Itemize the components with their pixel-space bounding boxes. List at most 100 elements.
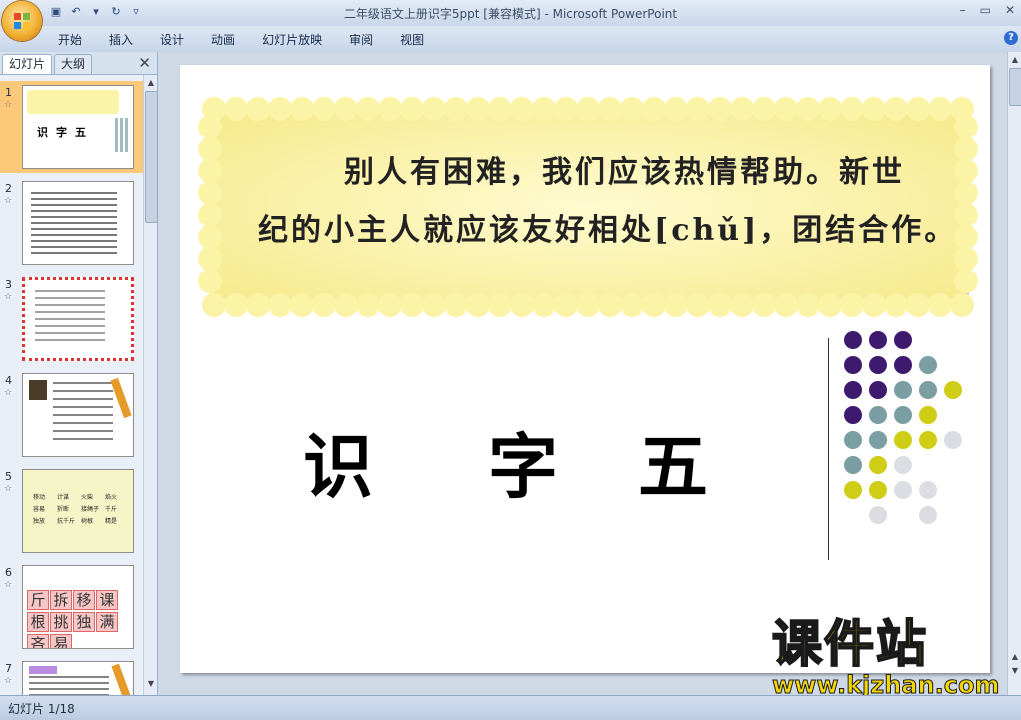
scroll-thumb[interactable]: [1009, 68, 1021, 106]
maximize-button[interactable]: ▭: [980, 3, 991, 17]
animation-star-icon: ☆: [4, 676, 13, 686]
panel-close-icon[interactable]: ✕: [138, 54, 151, 72]
close-button[interactable]: ✕: [1005, 3, 1015, 17]
decorative-dot: [869, 481, 887, 499]
banner-line-2: 纪的小主人就应该友好相处[chǔ]，团结合作。: [258, 213, 958, 248]
thumb-char: 斤: [27, 590, 49, 610]
slide-number: 1: [5, 86, 12, 99]
watermark: 课件站 www.kjzhan.com: [771, 615, 1000, 699]
decorative-dot: [944, 431, 962, 449]
decorative-dot: [844, 331, 862, 349]
scroll-up-icon[interactable]: ▲: [1009, 55, 1021, 67]
slide-number: 2: [5, 182, 12, 195]
decorative-dot: [844, 481, 862, 499]
tab-outline[interactable]: 大纲: [54, 54, 93, 74]
slide-thumbnail-row[interactable]: 5 ☆ 移动 计谋 火柴 焰火 容易 折断 接绳子 千斤 独放 抗千斤 树根 精…: [0, 465, 143, 557]
slide-thumbnail[interactable]: [22, 181, 134, 265]
decorative-dot: [844, 456, 862, 474]
thumbnail-scrollbar[interactable]: ▲ ▼: [143, 75, 158, 695]
decorative-dot: [894, 431, 912, 449]
tab-design[interactable]: 设计: [160, 31, 197, 48]
title-char-2: 字: [488, 425, 558, 508]
thumb-char: 课: [96, 590, 118, 610]
tab-review[interactable]: 审阅: [349, 31, 386, 48]
slide-counter: 幻灯片 1/18: [8, 702, 75, 716]
thumbnail-list: 1 ☆ 识字五 2 ☆ 3 ☆ 4 ☆ 5 ☆ 移动 计谋 火柴 焰火 容易 折…: [0, 75, 143, 695]
slide-thumbnail[interactable]: [22, 661, 134, 695]
slide-thumbnail[interactable]: [22, 277, 134, 361]
ribbon: 开始 插入 设计 动画 幻灯片放映 审阅 视图 ?: [0, 26, 1021, 53]
office-button[interactable]: [2, 1, 42, 41]
decorative-dot: [894, 406, 912, 424]
slide-number: 5: [5, 470, 12, 483]
banner-line-1: 别人有困难，我们应该热情帮助。新世: [344, 155, 905, 190]
thumb-title-char: 识: [37, 126, 56, 139]
current-slide[interactable]: 别人有困难，我们应该热情帮助。新世 纪的小主人就应该友好相处[chǔ]，团结合作…: [180, 65, 990, 673]
slide-thumbnail[interactable]: 移动 计谋 火柴 焰火 容易 折断 接绳子 千斤 独放 抗千斤 树根 精是: [22, 469, 134, 553]
divider-line: [828, 338, 829, 560]
slide-thumbnail-row[interactable]: 7 ☆: [0, 657, 143, 695]
watermark-text: 课件站: [771, 615, 928, 673]
prev-slide-icon[interactable]: ▲: [1009, 652, 1021, 664]
slide-number: 4: [5, 374, 12, 387]
tab-view[interactable]: 视图: [400, 31, 437, 48]
editor-scrollbar[interactable]: ▲ ▲ ▼: [1007, 52, 1021, 695]
slide-thumbnail[interactable]: [22, 373, 134, 457]
decorative-dot: [844, 431, 862, 449]
decorative-dot: [869, 356, 887, 374]
thumb-char: 挑: [50, 612, 72, 632]
animation-star-icon: ☆: [4, 388, 13, 398]
next-slide-icon[interactable]: ▼: [1009, 666, 1021, 678]
tab-insert[interactable]: 插入: [109, 31, 146, 48]
decorative-dot: [919, 406, 937, 424]
decorative-dot: [894, 456, 912, 474]
thumb-char: 易: [50, 634, 72, 648]
decorative-dot: [844, 381, 862, 399]
decorative-dot: [869, 506, 887, 524]
slide-thumbnail-row[interactable]: 3 ☆: [0, 273, 143, 365]
decorative-dot: [869, 456, 887, 474]
tab-slides[interactable]: 幻灯片: [2, 54, 53, 74]
panel-tabs: 幻灯片 大纲 ✕: [0, 52, 157, 75]
thumb-char: 吝: [27, 634, 49, 648]
thumb-word: 火柴: [81, 494, 94, 501]
slide-thumbnail-row[interactable]: 6 ☆ 斤 拆 移 课 根 挑 独 满 吝 易: [0, 561, 143, 653]
animation-star-icon: ☆: [4, 196, 13, 206]
decorative-dot: [844, 406, 862, 424]
decorative-dot: [869, 331, 887, 349]
animation-star-icon: ☆: [4, 484, 13, 494]
scroll-thumb[interactable]: [145, 91, 158, 223]
slide-thumbnail-row[interactable]: 1 ☆ 识字五: [0, 81, 143, 173]
thumb-word: 容易: [33, 506, 46, 513]
thumb-title-char: 五: [75, 126, 94, 139]
title-char-3: 五: [638, 425, 708, 508]
tab-animation[interactable]: 动画: [211, 31, 248, 48]
thumb-word: 抗千斤: [57, 518, 76, 525]
thumb-char: 移: [73, 590, 95, 610]
decorative-dot: [894, 381, 912, 399]
slide-thumbnail[interactable]: 斤 拆 移 课 根 挑 独 满 吝 易: [22, 565, 134, 649]
tab-home[interactable]: 开始: [58, 31, 95, 48]
thumb-word: 树根: [81, 518, 94, 525]
scroll-down-icon[interactable]: ▼: [145, 679, 157, 691]
animation-star-icon: ☆: [4, 292, 13, 302]
ribbon-tabs: 开始 插入 设计 动画 幻灯片放映 审阅 视图: [58, 31, 451, 48]
decorative-dot: [919, 506, 937, 524]
decorative-dot: [894, 331, 912, 349]
slide-thumbnail[interactable]: 识字五: [22, 85, 134, 169]
thumb-word: 移动: [33, 494, 46, 501]
slide-number: 7: [5, 662, 12, 675]
slide-thumbnail-row[interactable]: 4 ☆: [0, 369, 143, 461]
decorative-dot: [894, 481, 912, 499]
tab-slideshow[interactable]: 幻灯片放映: [262, 31, 335, 48]
status-bar: 幻灯片 1/18: [0, 695, 1021, 720]
decorative-dot: [919, 431, 937, 449]
window-controls: – ▭ ✕: [960, 3, 1015, 17]
scroll-up-icon[interactable]: ▲: [145, 78, 157, 90]
slide-number: 3: [5, 278, 12, 291]
minimize-button[interactable]: –: [960, 3, 966, 17]
slide-thumbnail-row[interactable]: 2 ☆: [0, 177, 143, 269]
slide-number: 6: [5, 566, 12, 579]
thumb-word: 独放: [33, 518, 46, 525]
help-icon[interactable]: ?: [1004, 31, 1018, 45]
